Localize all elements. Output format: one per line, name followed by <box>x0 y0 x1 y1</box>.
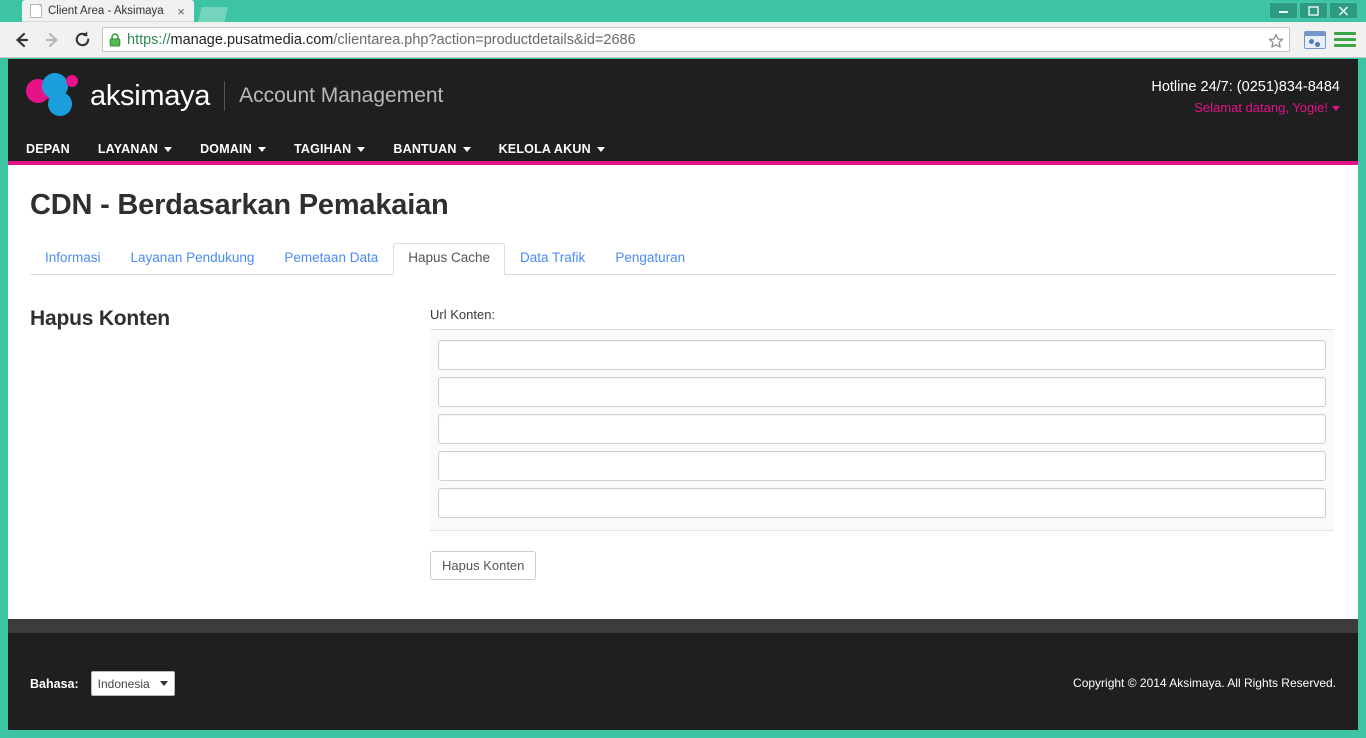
close-icon[interactable]: × <box>174 4 188 19</box>
left-column: Hapus Konten <box>30 307 430 580</box>
url-host: manage.pusatmedia.com <box>170 31 334 48</box>
url-path: /clientarea.php?action=productdetails&id… <box>333 31 636 48</box>
star-icon[interactable] <box>1266 31 1285 50</box>
address-bar[interactable]: https://manage.pusatmedia.com/clientarea… <box>102 27 1290 52</box>
nav-item-depan[interactable]: DEPAN <box>26 142 70 156</box>
browser-window: Client Area - Aksimaya × https://manage.… <box>0 0 1366 738</box>
bahasa-label: Bahasa: <box>30 676 79 691</box>
site-header: aksimaya Account Management Hotline 24/7… <box>8 59 1358 137</box>
hotline-block: Hotline 24/7: (0251)834-8484 Selamat dat… <box>1151 79 1340 115</box>
page-viewport: aksimaya Account Management Hotline 24/7… <box>8 59 1358 730</box>
language-select-value: Indonesia <box>97 676 150 691</box>
page-icon <box>30 4 42 18</box>
nav-item-domain[interactable]: DOMAIN <box>200 142 266 156</box>
nav-item-kelola-akun[interactable]: KELOLA AKUN <box>499 142 605 156</box>
user-menu[interactable]: Selamat datang, Yogie! <box>1151 100 1340 115</box>
right-column: Url Konten: Hapus Konten <box>430 307 1336 580</box>
maximize-icon[interactable] <box>1299 2 1328 19</box>
url-konten-input-5[interactable] <box>438 488 1326 518</box>
chevron-down-icon <box>596 146 605 152</box>
chevron-down-icon <box>357 146 366 152</box>
minimize-icon[interactable] <box>1269 2 1298 19</box>
tab-pengaturan[interactable]: Pengaturan <box>600 243 700 275</box>
reload-icon[interactable] <box>68 26 96 54</box>
url-konten-label: Url Konten: <box>430 307 1334 330</box>
nav-item-label: DOMAIN <box>200 142 252 156</box>
url-konten-input-2[interactable] <box>438 377 1326 407</box>
chevron-down-icon <box>164 146 173 152</box>
back-arrow-icon[interactable] <box>8 26 36 54</box>
window-controls <box>1269 2 1358 19</box>
chevron-down-icon <box>1332 106 1340 112</box>
new-tab-button[interactable] <box>198 7 228 22</box>
forward-arrow-icon <box>38 26 66 54</box>
url-inputs-group <box>430 330 1334 531</box>
url-text: https://manage.pusatmedia.com/clientarea… <box>127 32 636 48</box>
nav-item-label: TAGIHAN <box>293 142 352 156</box>
section-title: Hapus Konten <box>30 307 170 330</box>
url-scheme: https:// <box>127 31 171 48</box>
welcome-text: Selamat datang, Yogie! <box>1194 100 1328 115</box>
main-navigation: DEPAN LAYANAN DOMAIN TAGIHAN BANTUAN KELOLA A… <box>8 137 1358 165</box>
nav-item-layanan[interactable]: LAYANAN <box>97 142 173 156</box>
nav-item-tagihan[interactable]: TAGIHAN <box>293 142 366 156</box>
language-select[interactable]: Indonesia <box>90 671 175 696</box>
brand-subtitle: Account Management <box>239 84 444 107</box>
footer-divider <box>8 619 1358 633</box>
chevron-down-icon <box>159 681 168 686</box>
url-konten-input-4[interactable] <box>438 451 1326 481</box>
product-tabs: Informasi Layanan Pendukung Pemetaan Data H… <box>30 243 1336 275</box>
hotline-text: Hotline 24/7: (0251)834-8484 <box>1151 79 1340 95</box>
brand-block[interactable]: aksimaya Account Management <box>26 73 443 119</box>
tab-informasi[interactable]: Informasi <box>30 243 116 275</box>
extension-icon[interactable] <box>1304 30 1326 49</box>
browser-tab[interactable]: Client Area - Aksimaya × <box>22 0 194 22</box>
browser-titlebar: Client Area - Aksimaya × <box>0 0 1366 22</box>
tab-layanan-pendukung[interactable]: Layanan Pendukung <box>116 243 270 275</box>
nav-item-label: LAYANAN <box>97 142 159 156</box>
tab-strip: Client Area - Aksimaya × <box>0 0 228 22</box>
hamburger-menu-icon[interactable] <box>1334 28 1356 52</box>
tab-data-trafik[interactable]: Data Trafik <box>505 243 600 275</box>
nav-item-label: KELOLA AKUN <box>498 142 591 156</box>
main-content: CDN - Berdasarkan Pemakaian Informasi Lay… <box>8 165 1358 619</box>
url-konten-input-1[interactable] <box>438 340 1326 370</box>
brand-divider <box>224 81 226 111</box>
aksimaya-logo-icon <box>26 73 78 119</box>
tab-pemetaan-data[interactable]: Pemetaan Data <box>269 243 393 275</box>
chevron-down-icon <box>257 146 266 152</box>
browser-tab-title: Client Area - Aksimaya <box>48 5 164 17</box>
site-footer: Bahasa: Indonesia Copyright © 2014 Aksim… <box>8 633 1358 730</box>
nav-item-bantuan[interactable]: BANTUAN <box>393 142 471 156</box>
browser-toolbar: https://manage.pusatmedia.com/clientarea… <box>0 22 1366 58</box>
language-row: Bahasa: Indonesia <box>30 671 175 696</box>
lock-icon <box>109 32 121 47</box>
hapus-konten-button[interactable]: Hapus Konten <box>430 551 537 580</box>
url-konten-input-3[interactable] <box>438 414 1326 444</box>
close-icon[interactable] <box>1329 2 1358 19</box>
panel-row: Hapus Konten Url Konten: Hapus Konten <box>30 307 1336 580</box>
copyright-text: Copyright © 2014 Aksimaya. All Rights Re… <box>1073 676 1336 690</box>
page-title: CDN - Berdasarkan Pemakaian <box>30 189 449 221</box>
nav-item-label: BANTUAN <box>393 142 457 156</box>
brand-name: aksimaya <box>90 79 211 112</box>
tab-hapus-cache[interactable]: Hapus Cache <box>393 243 506 275</box>
nav-item-label: DEPAN <box>26 142 70 156</box>
submit-row: Hapus Konten <box>430 551 1334 580</box>
chevron-down-icon <box>462 146 471 152</box>
